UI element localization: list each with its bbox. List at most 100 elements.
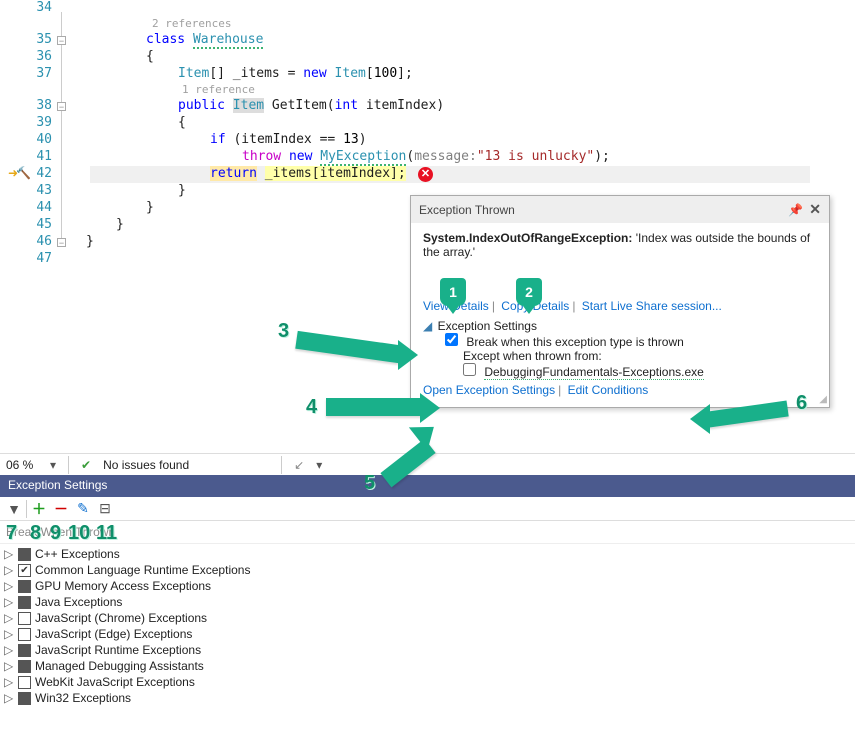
fold-toggle[interactable]: − xyxy=(57,238,66,247)
chevron-right-icon[interactable]: ▷ xyxy=(4,691,14,705)
annotation-number: 10 xyxy=(68,522,90,545)
remove-button[interactable]: － xyxy=(51,499,71,519)
exception-category-row[interactable]: ▷ JavaScript Runtime Exceptions xyxy=(0,642,855,658)
exception-category-row[interactable]: ▷ C++ Exceptions xyxy=(0,546,855,562)
filter-icon[interactable]: ▼ xyxy=(4,499,24,519)
category-label: Common Language Runtime Exceptions xyxy=(35,563,250,577)
exception-settings-panel: ▼ ＋ － ✎ ⊟ Break When Thrown ▷ C++ Excepti… xyxy=(0,497,855,733)
error-icon[interactable]: ✕ xyxy=(418,167,433,182)
codelens[interactable]: 2 references xyxy=(152,17,231,30)
line-number: 47 xyxy=(12,251,52,266)
category-checkbox[interactable] xyxy=(18,676,31,689)
exception-title: Exception Thrown xyxy=(419,203,782,217)
chevron-right-icon[interactable]: ▷ xyxy=(4,627,14,641)
exception-message: System.IndexOutOfRangeException: 'Index … xyxy=(423,231,817,259)
zoom-level[interactable]: 06 % xyxy=(6,458,38,472)
codelens[interactable]: 1 reference xyxy=(182,83,255,96)
fold-toggle[interactable]: − xyxy=(57,102,66,111)
resize-grip[interactable]: ◢ xyxy=(819,394,827,405)
chevron-right-icon[interactable]: ▷ xyxy=(4,675,14,689)
issues-label[interactable]: No issues found xyxy=(103,458,189,472)
except-item-checkbox[interactable]: DebuggingFundamentals-Exceptions.exe xyxy=(463,365,704,379)
exception-helper: Exception Thrown 📌 ✕ System.IndexOutOfRa… xyxy=(410,195,830,408)
chevron-right-icon[interactable]: ▷ xyxy=(4,659,14,673)
chevron-right-icon[interactable]: ▷ xyxy=(4,563,14,577)
open-exception-settings-link[interactable]: Open Exception Settings xyxy=(423,383,555,397)
category-checkbox[interactable] xyxy=(18,660,31,673)
category-checkbox[interactable] xyxy=(18,628,31,641)
break-when-thrown-checkbox[interactable]: Break when this exception type is thrown xyxy=(445,335,684,349)
line-number: 40 xyxy=(12,132,52,147)
exception-settings-header: Exception Settings xyxy=(438,319,537,333)
category-label: Managed Debugging Assistants xyxy=(35,659,204,673)
exception-helper-header: Exception Thrown 📌 ✕ xyxy=(411,196,829,223)
pin-icon[interactable]: 📌 xyxy=(788,203,803,217)
exception-category-row[interactable]: ▷ Win32 Exceptions xyxy=(0,690,855,706)
restore-button[interactable]: ⊟ xyxy=(95,499,115,519)
category-label: C++ Exceptions xyxy=(35,547,120,561)
exception-category-row[interactable]: ▷ WebKit JavaScript Exceptions xyxy=(0,674,855,690)
ruler-dropdown-icon[interactable]: ▾ xyxy=(316,458,322,472)
chevron-right-icon[interactable]: ▷ xyxy=(4,643,14,657)
panel-title: Exception Settings xyxy=(0,475,855,497)
exception-category-row[interactable]: ▷ JavaScript (Edge) Exceptions xyxy=(0,626,855,642)
line-number: 39 xyxy=(12,115,52,130)
zoom-dropdown-icon[interactable]: ▾ xyxy=(50,458,56,472)
category-checkbox[interactable] xyxy=(18,564,31,577)
exception-category-row[interactable]: ▷Java Exceptions xyxy=(0,594,855,610)
line-number: 35 xyxy=(12,32,52,47)
category-checkbox[interactable] xyxy=(18,548,31,561)
annotation-number: 8 xyxy=(30,522,41,545)
annotation-number: 11 xyxy=(96,522,117,545)
panel-toolbar: ▼ ＋ － ✎ ⊟ xyxy=(0,497,855,521)
line-number: 46 xyxy=(12,234,52,249)
annotation-number: 9 xyxy=(50,522,61,545)
exception-links: View Details| Copy Details| Start Live S… xyxy=(423,299,817,313)
annotation-callout: 2 xyxy=(516,278,542,306)
annotation-number: 7 xyxy=(6,522,17,545)
category-checkbox[interactable] xyxy=(18,692,31,705)
chevron-right-icon[interactable]: ▷ xyxy=(4,579,14,593)
chevron-right-icon[interactable]: ▷ xyxy=(4,547,14,561)
line-number: 36 xyxy=(12,49,52,64)
line-number: 38 xyxy=(12,98,52,113)
edit-conditions-link[interactable]: Edit Conditions xyxy=(568,383,649,397)
annotation-callout: 1 xyxy=(440,278,466,306)
exception-category-row[interactable]: ▷ GPU Memory Access Exceptions xyxy=(0,578,855,594)
category-label: WebKit JavaScript Exceptions xyxy=(35,675,195,689)
category-label: GPU Memory Access Exceptions xyxy=(35,579,211,593)
exception-category-row[interactable]: ▷ Managed Debugging Assistants xyxy=(0,658,855,674)
annotation-number: 3 xyxy=(278,320,289,343)
exception-category-list: ▷ C++ Exceptions ▷ Common Language Runtime … xyxy=(0,544,855,708)
fold-toggle[interactable]: − xyxy=(57,36,66,45)
add-button[interactable]: ＋ xyxy=(29,499,49,519)
close-icon[interactable]: ✕ xyxy=(809,201,821,218)
line-number: 34 xyxy=(12,0,52,15)
ok-icon: ✔ xyxy=(81,458,91,472)
chevron-right-icon[interactable]: ▷ xyxy=(4,611,14,625)
line-number: 37 xyxy=(12,66,52,81)
category-label: JavaScript (Edge) Exceptions xyxy=(35,627,192,641)
line-number: 44 xyxy=(12,200,52,215)
lightbulb-icon[interactable]: 🔨 xyxy=(16,166,31,180)
panel-column-header: Break When Thrown xyxy=(0,521,855,544)
exception-category-row[interactable]: ▷ Common Language Runtime Exceptions xyxy=(0,562,855,578)
exception-category-row[interactable]: ▷ JavaScript (Chrome) Exceptions xyxy=(0,610,855,626)
chevron-right-icon[interactable]: ▷ xyxy=(4,595,14,609)
annotation-number: 6 xyxy=(796,392,807,415)
annotation-number: 5 xyxy=(364,472,375,495)
category-checkbox[interactable] xyxy=(18,596,31,609)
edit-button[interactable]: ✎ xyxy=(73,499,93,519)
annotation-number: 4 xyxy=(306,396,317,419)
category-checkbox[interactable] xyxy=(18,580,31,593)
category-checkbox[interactable] xyxy=(18,612,31,625)
gutter: 34 35 − 36 37 38 − 39 40 41 42 43 44 45 … xyxy=(0,0,72,450)
expander-icon[interactable]: ◢ xyxy=(423,319,432,333)
category-label: JavaScript (Chrome) Exceptions xyxy=(35,611,207,625)
live-share-link[interactable]: Start Live Share session... xyxy=(582,299,722,313)
category-checkbox[interactable] xyxy=(18,644,31,657)
ruler-icon[interactable]: ↙ xyxy=(294,458,304,472)
category-label: Win32 Exceptions xyxy=(35,691,131,705)
code-editor[interactable]: 34 35 − 36 37 38 − 39 40 41 42 43 44 45 … xyxy=(0,0,855,450)
category-label: JavaScript Runtime Exceptions xyxy=(35,643,201,657)
